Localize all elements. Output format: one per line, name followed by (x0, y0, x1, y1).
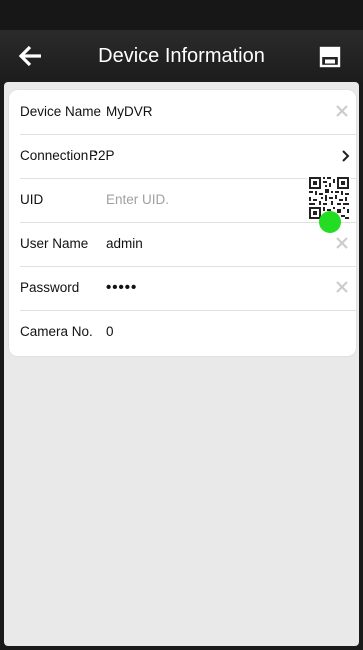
touch-indicator (319, 211, 341, 233)
save-button[interactable] (318, 45, 342, 69)
camera-no-field[interactable]: 0 (106, 310, 114, 354)
connection-row[interactable]: Connection ： P2P (9, 134, 356, 178)
connection-value: P2P (89, 148, 115, 163)
uid-input[interactable] (106, 178, 266, 222)
user-name-row: User Name admin (9, 222, 356, 266)
user-name-label: User Name (20, 236, 89, 251)
clear-x-icon[interactable] (336, 237, 348, 249)
back-button[interactable] (17, 42, 47, 70)
chevron-right-icon[interactable] (341, 149, 351, 163)
navigation-bar: Device Information (0, 30, 363, 82)
device-form: Device Name MyDVR Connection ： P2P UID E… (9, 90, 356, 356)
uid-row: UID (9, 174, 356, 222)
user-name-field[interactable]: admin (106, 222, 143, 266)
content-area: Device Name MyDVR Connection ： P2P UID E… (4, 82, 359, 646)
password-field[interactable]: ••••• (106, 266, 137, 310)
device-name-field[interactable]: MyDVR (106, 90, 153, 134)
floppy-save-icon (319, 46, 341, 68)
clear-x-icon[interactable] (336, 281, 348, 293)
uid-label: UID (20, 192, 44, 207)
camera-no-row: Camera No. 0 (9, 310, 356, 354)
arrow-left-icon (18, 45, 41, 67)
password-row: Password ••••• (9, 266, 356, 310)
clear-x-icon[interactable] (336, 105, 348, 117)
page-title: Device Information (98, 45, 265, 67)
status-bar (0, 0, 363, 30)
password-label: Password (20, 280, 80, 295)
camera-no-label: Camera No. (20, 324, 93, 339)
device-name-label: Device Name (20, 104, 102, 119)
device-name-row: Device Name MyDVR (9, 90, 356, 134)
